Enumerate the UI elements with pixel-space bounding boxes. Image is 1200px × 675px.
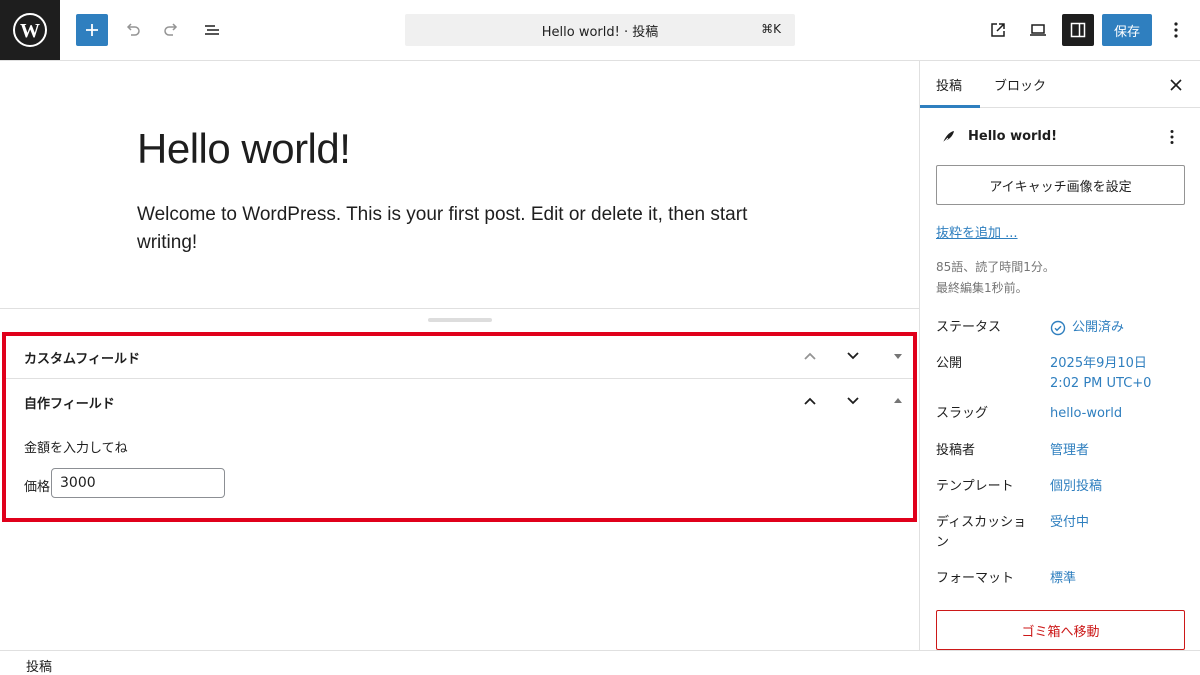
format-label: フォーマット xyxy=(936,571,1015,586)
price-description: 金額を入力してね xyxy=(24,441,128,456)
chevron-down-icon xyxy=(847,397,859,405)
settings-sidebar-toggle[interactable] xyxy=(1062,14,1094,46)
own-fields-metabox: 自作フィールド 金額を入力してね 価格 xyxy=(6,379,913,518)
breadcrumb[interactable]: 投稿 xyxy=(26,656,52,675)
publish-date-button[interactable]: 2025年9月10日 2:02 PM UTC+0 xyxy=(1050,354,1151,394)
redo-button[interactable] xyxy=(158,14,186,46)
format-value[interactable]: 標準 xyxy=(1050,569,1076,589)
price-label: 価格 xyxy=(24,480,51,495)
chevron-down-icon xyxy=(847,352,859,360)
save-button[interactable]: 保存 xyxy=(1102,14,1152,46)
author-label: 投稿者 xyxy=(936,443,976,458)
check-circle-icon xyxy=(1050,320,1066,336)
redo-icon xyxy=(164,23,178,36)
slug-label: スラッグ xyxy=(936,406,989,421)
more-vertical-icon xyxy=(1170,130,1174,144)
author-value[interactable]: 管理者 xyxy=(1050,441,1089,461)
close-icon xyxy=(1170,79,1182,91)
command-shortcut: ⌘K xyxy=(761,22,781,36)
caret-up-icon xyxy=(894,398,902,403)
move-to-trash-button[interactable]: ゴミ箱へ移動 xyxy=(936,610,1185,650)
post-paragraph[interactable]: Welcome to WordPress. This is your first… xyxy=(137,201,757,257)
command-bar-title: Hello world! · 投稿 xyxy=(541,24,659,40)
tab-block[interactable]: ブロック xyxy=(994,75,1046,94)
custom-fields-title[interactable]: カスタムフィールド xyxy=(24,348,140,367)
template-label: テンプレート xyxy=(936,479,1014,494)
list-view-icon xyxy=(205,25,219,35)
undo-button[interactable] xyxy=(118,14,146,46)
chevron-up-icon xyxy=(804,397,816,405)
sidebar-post-title: Hello world! xyxy=(968,129,1058,144)
move-down-button[interactable] xyxy=(841,344,865,368)
status-value: 公開済み xyxy=(1072,320,1125,335)
view-post-button[interactable] xyxy=(984,14,1012,46)
desktop-preview-icon xyxy=(1030,24,1046,36)
tab-post[interactable]: 投稿 xyxy=(936,75,962,94)
move-up-button[interactable] xyxy=(798,389,822,413)
add-block-button[interactable] xyxy=(76,14,108,46)
close-sidebar-button[interactable] xyxy=(1164,73,1188,97)
publish-time: 2:02 PM UTC+0 xyxy=(1050,376,1152,391)
add-excerpt-link[interactable]: 抜粋を追加 ... xyxy=(936,222,1018,241)
set-featured-image-button[interactable]: アイキャッチ画像を設定 xyxy=(936,165,1185,205)
more-vertical-icon xyxy=(1174,22,1178,38)
price-input[interactable] xyxy=(51,468,225,498)
undo-icon xyxy=(126,23,140,36)
toggle-panel-button[interactable] xyxy=(886,344,910,368)
editor-header: W Hello world! · 投稿 ⌘K 保存 xyxy=(0,0,1200,61)
publish-date: 2025年9月10日 xyxy=(1050,356,1147,371)
chevron-up-icon xyxy=(804,352,816,360)
wordpress-logo-icon[interactable]: W xyxy=(0,0,60,60)
status-label: ステータス xyxy=(936,320,1002,335)
post-stats: 85語、読了時間1分。 最終編集1秒前。 xyxy=(936,257,1055,299)
post-actions-button[interactable] xyxy=(1160,125,1184,149)
custom-fields-metabox: カスタムフィールド xyxy=(6,336,913,379)
options-menu-button[interactable] xyxy=(1162,14,1190,46)
last-edited: 最終編集1秒前。 xyxy=(936,281,1028,295)
command-palette-bar[interactable]: Hello world! · 投稿 ⌘K xyxy=(405,14,795,46)
sidebar-toggle-icon xyxy=(1070,22,1086,38)
settings-sidebar: 投稿 ブロック Hello world! アイキャッチ画像を設定 抜粋を追加 .… xyxy=(919,61,1200,650)
editor-footer: 投稿 xyxy=(0,650,1200,675)
plus-icon xyxy=(86,24,98,36)
discussion-label: ディスカッション xyxy=(936,515,1027,550)
publish-label: 公開 xyxy=(936,356,963,371)
external-link-icon xyxy=(991,23,1005,37)
caret-down-icon xyxy=(894,354,902,359)
template-value[interactable]: 個別投稿 xyxy=(1050,477,1102,497)
discussion-value[interactable]: 受付中 xyxy=(1050,513,1089,533)
active-tab-indicator xyxy=(920,105,980,108)
word-count: 85語、読了時間1分。 xyxy=(936,260,1055,274)
move-up-button[interactable] xyxy=(798,344,822,368)
move-down-button[interactable] xyxy=(841,389,865,413)
slug-value[interactable]: hello-world xyxy=(1050,404,1122,424)
document-overview-button[interactable] xyxy=(198,14,226,46)
meta-boxes-resize-handle[interactable] xyxy=(428,318,492,322)
meta-boxes-divider xyxy=(0,308,919,309)
toggle-panel-button[interactable] xyxy=(886,389,910,413)
editor-canvas: Hello world! Welcome to WordPress. This … xyxy=(0,61,919,309)
sidebar-tabs: 投稿 ブロック xyxy=(920,61,1200,108)
post-feather-icon xyxy=(936,125,960,149)
post-title[interactable]: Hello world! xyxy=(137,125,351,173)
svg-text:W: W xyxy=(20,20,40,42)
preview-button[interactable] xyxy=(1024,14,1052,46)
status-value-button[interactable]: 公開済み xyxy=(1050,318,1124,338)
own-fields-title[interactable]: 自作フィールド xyxy=(24,393,115,412)
